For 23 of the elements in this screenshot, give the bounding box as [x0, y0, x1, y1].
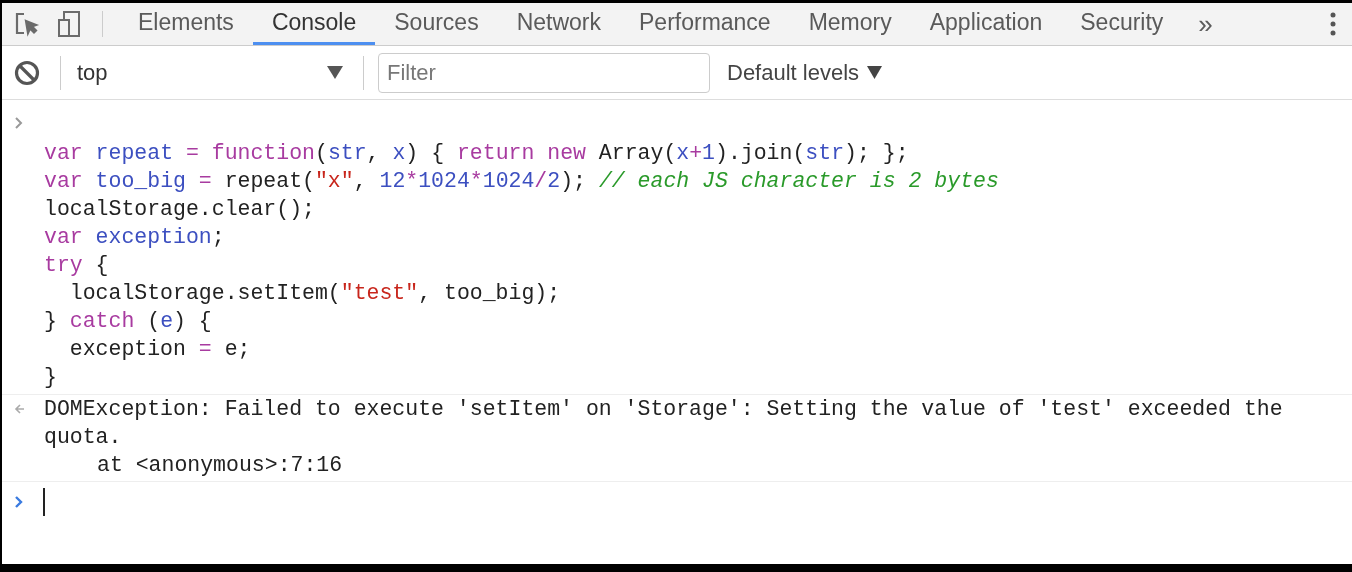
context-selector[interactable]: top [77, 56, 343, 89]
menu-icon[interactable] [1330, 12, 1336, 36]
error-message: DOMException: Failed to execute 'setItem' on 'Storage': Setting the value of 'test' exceeded the quota. [44, 396, 1284, 451]
result-arrow-icon [13, 403, 25, 415]
inspect-icon[interactable] [14, 11, 40, 37]
tab[interactable]: Network [497, 3, 620, 45]
tab[interactable]: Application [910, 3, 1062, 45]
dropdown-arrow-icon [327, 66, 343, 79]
more-tabs-button[interactable]: » [1182, 3, 1229, 45]
stack-trace: at <anonymous>:7:16 [96, 452, 344, 479]
dropdown-arrow-icon [867, 66, 883, 79]
filter-field[interactable]: Filter [378, 52, 710, 93]
code-text: var repeat = function(str, x) { return new Array(x+1).join(str); }; var too_big = repeat("x", 12*1024*1024/2); // each JS character is 2 bytes localStorage.clear(); var exception; try { localStorage.setItem("test", too_big); } catch (e) { exception = e; } [43, 140, 1000, 391]
tab[interactable]: Security [1061, 3, 1183, 45]
device-icon[interactable] [56, 10, 82, 38]
log-levels-dropdown[interactable]: Default levels [727, 56, 883, 89]
tab[interactable]: Elements [119, 3, 253, 45]
clear-icon[interactable] [14, 59, 40, 86]
tab[interactable]: Performance [620, 3, 790, 45]
tab[interactable]: Sources [375, 3, 498, 45]
prompt-icon [14, 495, 24, 509]
tab[interactable]: Memory [789, 3, 911, 45]
input-prompt-icon [14, 116, 24, 130]
